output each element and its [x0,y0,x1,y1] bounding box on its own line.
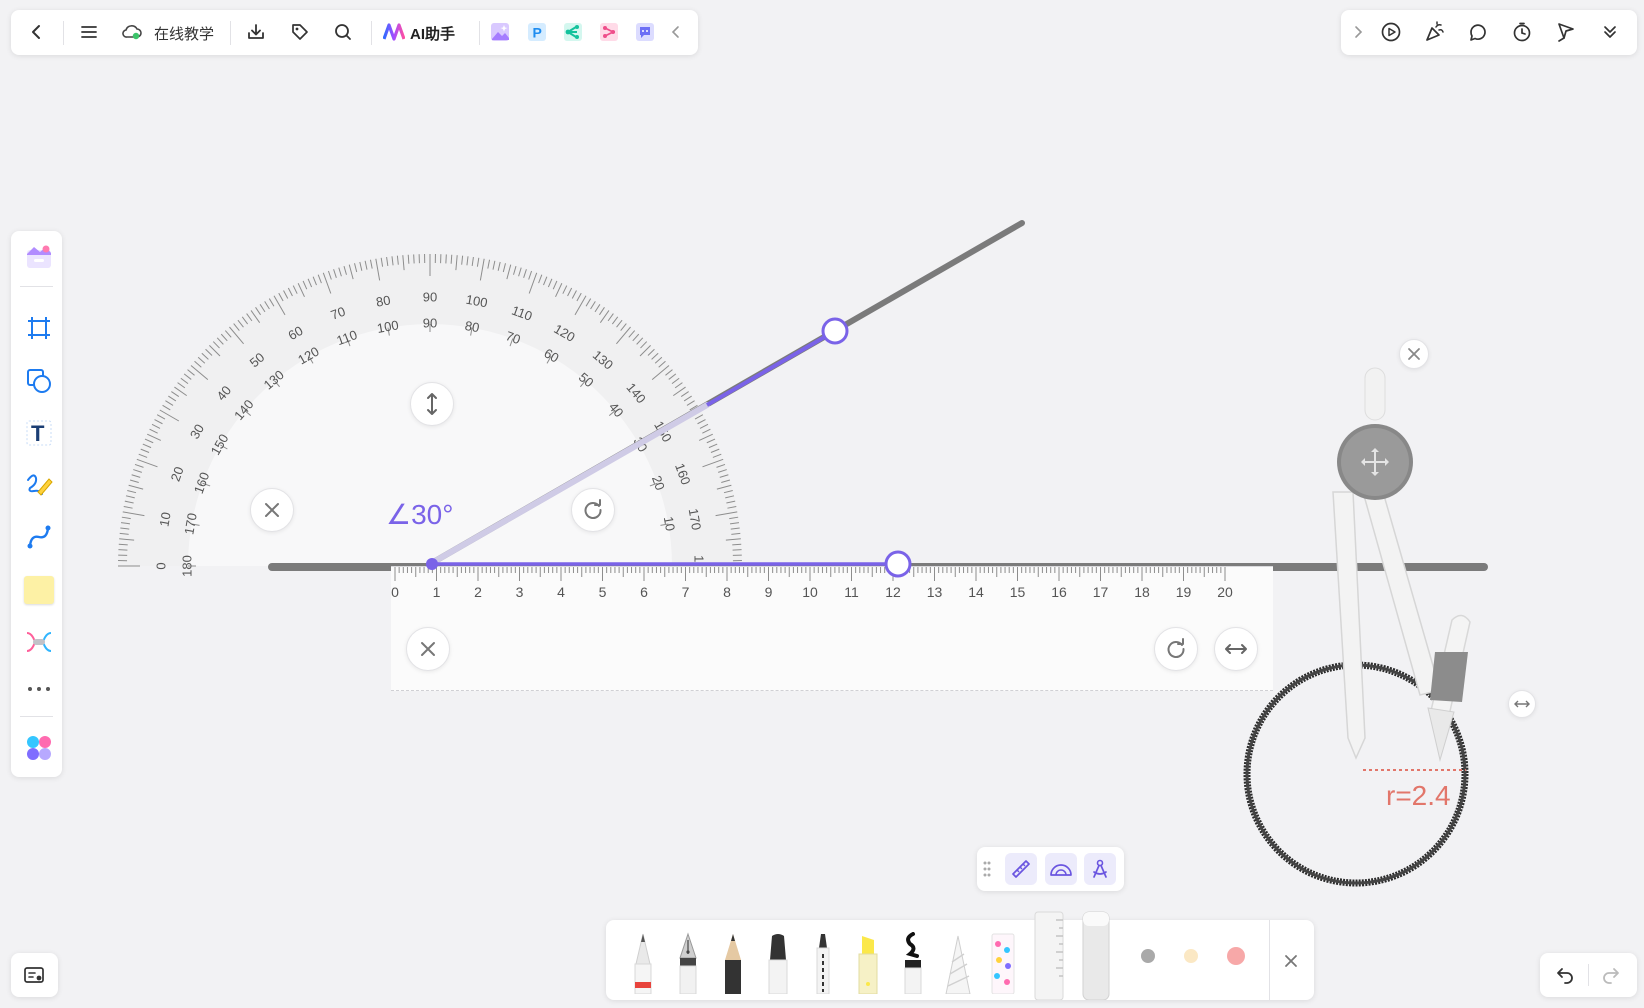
redo-button[interactable] [1596,961,1626,989]
undo-icon [1557,968,1573,984]
highlighter-tool[interactable] [853,932,883,994]
compass-icon [1093,859,1107,878]
ruler-label: 5 [599,584,607,600]
ruler-label: 10 [802,584,818,600]
history-panel [1540,953,1637,997]
eraser-tool[interactable] [1081,910,1111,1000]
minimap-button[interactable] [20,961,48,989]
protractor-rotate-button[interactable] [571,488,615,532]
redo-icon [1603,968,1619,984]
ruler-label: 16 [1051,584,1067,600]
ruler-label: 7 [682,584,690,600]
ruler-label: 0 [391,584,399,600]
ruler-label: 9 [765,584,773,600]
ruler-label: 12 [885,584,901,600]
ruler-close-button[interactable] [406,627,450,671]
ruler-label: 11 [844,584,859,600]
ruler-label: 19 [1176,584,1192,600]
close-icon [421,642,435,656]
compass-pencil-tip [1427,707,1455,762]
ruler-scale: 0 1 2 3 4 5 6 7 8 9 10 11 12 13 14 15 16 17 18 19 20 [391,567,1233,600]
color-swatch-pink[interactable] [1227,947,1245,965]
marker-tool[interactable] [763,932,793,994]
ray-endpoint-handle[interactable] [821,317,849,345]
protractor-outer-label: 0 [153,562,168,569]
protractor-inner-label: 90 [423,315,437,330]
close-icon [1408,348,1420,360]
undo-button[interactable] [1550,961,1580,989]
protractor-tick [118,543,128,546]
pattern-pen-tool[interactable] [988,932,1018,994]
resize-vertical-icon [427,393,437,415]
pen-tray [606,911,1314,1000]
ruler-label: 6 [640,584,648,600]
ruler-label: 15 [1010,584,1026,600]
ruler-label: 17 [1093,584,1109,600]
ruler-label: 1 [433,584,441,600]
pencil-tool[interactable] [718,932,748,994]
ruler-label: 8 [723,584,731,600]
compass-radius-handle[interactable] [1508,690,1536,718]
compass-pencil-grip [1430,652,1468,702]
brush-tool[interactable] [898,932,928,994]
close-tray-button[interactable] [1276,946,1306,976]
resize-horizontal-icon [1514,700,1530,708]
ruler-rotate-button[interactable] [1154,627,1198,671]
ruler[interactable]: 0 1 2 3 4 5 6 7 8 9 10 11 12 13 14 15 16 17 18 19 20 [391,566,1273,691]
ruler-tool-picker [977,847,1124,891]
divider [1269,920,1270,1000]
protractor-outer-label: 10 [156,511,173,528]
cone-eraser-tool[interactable] [943,932,973,994]
protractor-tick [407,254,410,264]
protractor-close-button[interactable] [250,488,294,532]
compass-close-button[interactable] [1399,339,1429,369]
ruler-tool-button[interactable] [1005,853,1037,885]
compass[interactable] [1230,330,1530,890]
ray-segment-highlight [705,329,837,407]
fountain-pen-tool[interactable] [673,932,703,994]
protractor-tick [732,543,742,546]
drag-handle[interactable] [979,857,995,881]
fine-pen-tool[interactable] [628,932,658,994]
compass-top-handle[interactable] [1364,367,1386,421]
protractor-inner-label: 10 [661,515,678,532]
dashed-pen-tool[interactable] [808,932,838,994]
minimap-panel [11,953,58,997]
close-icon [1285,955,1297,967]
compass-tool-button[interactable] [1084,853,1116,885]
ruler-label: 14 [968,584,984,600]
ruler-insert-tool[interactable] [1032,910,1066,1000]
ruler-label: 2 [474,584,482,600]
compass-left-leg[interactable] [1332,491,1366,760]
ruler-label: 4 [557,584,565,600]
close-icon [265,503,279,517]
protractor-tool-button[interactable] [1045,853,1077,885]
protractor-tick [450,254,453,264]
color-swatch-gray[interactable] [1141,949,1155,963]
rotate-icon [1167,638,1185,658]
drag-dots-icon [983,861,991,877]
color-swatch-cream[interactable] [1184,949,1198,963]
ruler-icon [1012,860,1030,878]
map-icon [24,967,44,983]
rotate-icon [584,499,602,519]
ruler-label: 18 [1134,584,1150,600]
protractor-inner-label: 180 [179,555,194,577]
protractor-icon [1050,864,1072,876]
protractor-move-button[interactable] [410,382,454,426]
protractor-outer-label: 80 [375,292,392,309]
protractor-inner-label: 80 [464,318,481,335]
ruler-label: 13 [927,584,943,600]
ruler-label: 3 [516,584,524,600]
radius-label: r=2.4 [1386,780,1451,811]
angle-label: ∠30° [386,499,454,530]
protractor-outer-label: 90 [423,289,437,304]
divider [1588,964,1589,986]
